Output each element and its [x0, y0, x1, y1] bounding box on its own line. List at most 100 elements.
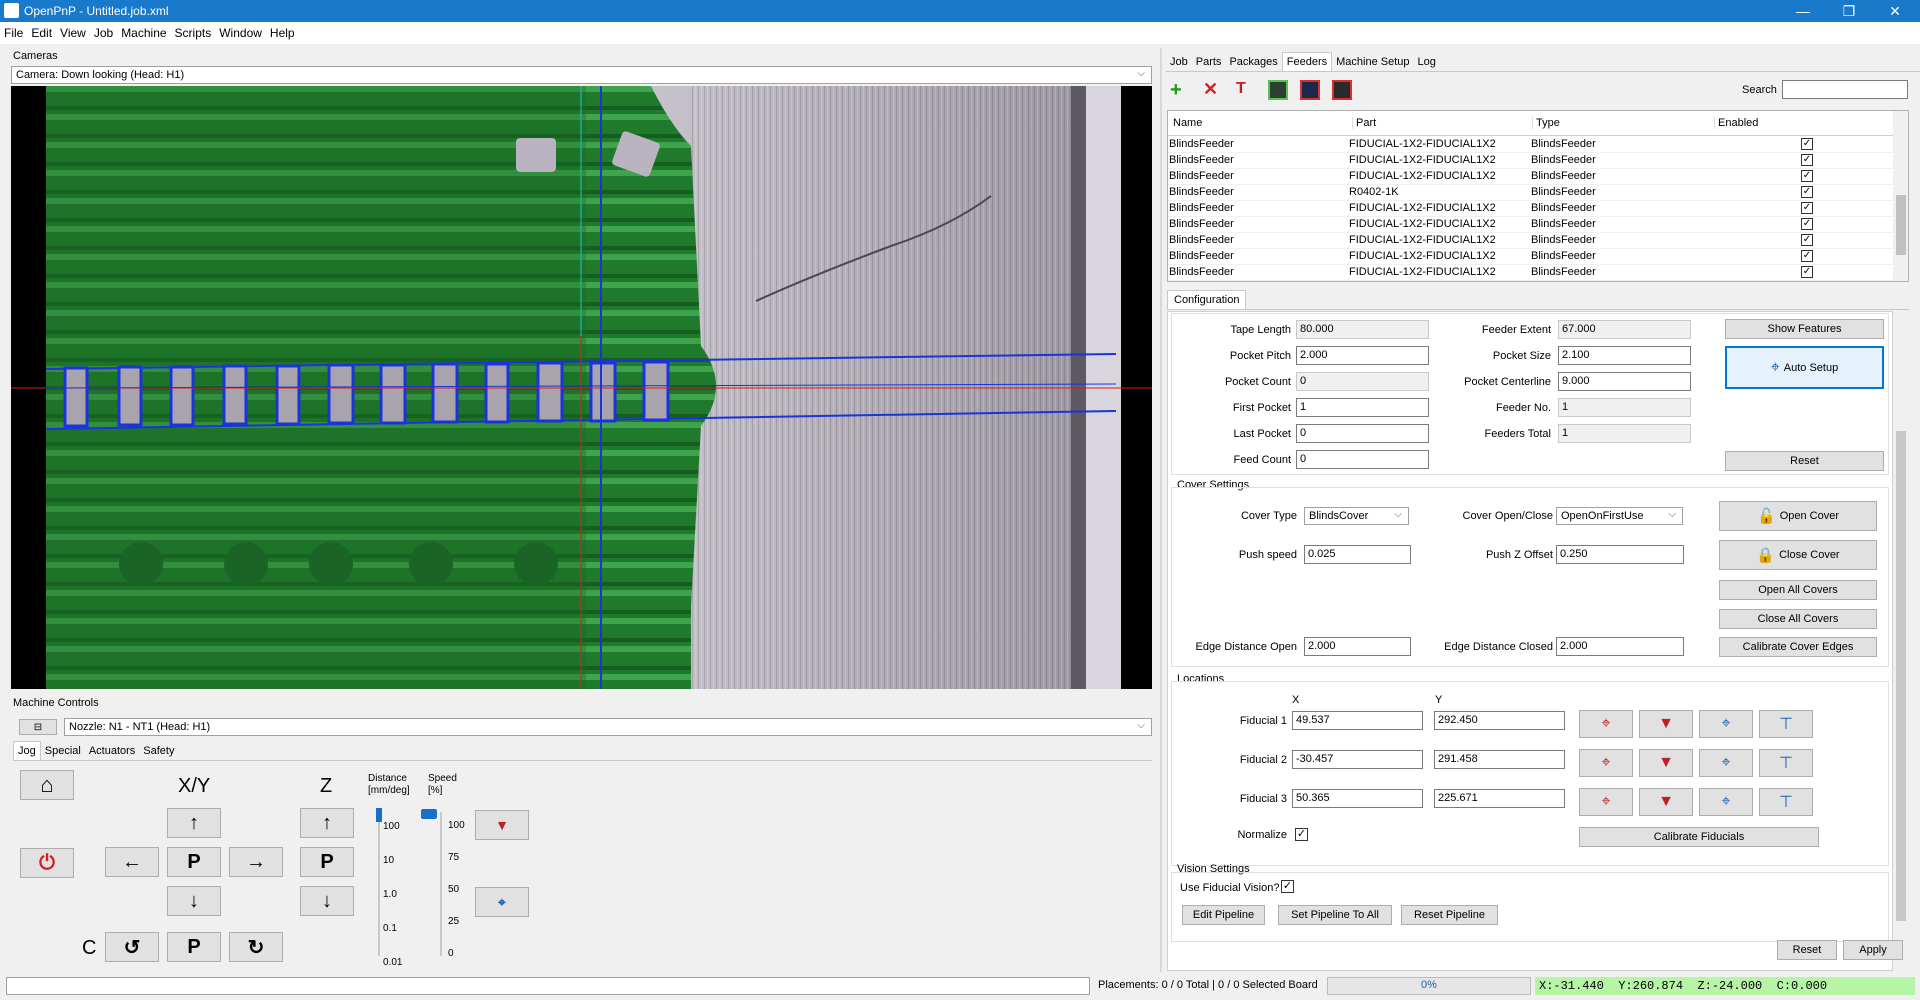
column-type[interactable]: Type [1532, 117, 1560, 129]
power-button[interactable]: ⏻ [20, 848, 74, 878]
fiducial-capture-camera-button[interactable]: ⌖ [1579, 749, 1633, 777]
home-button[interactable]: ⌂ [20, 770, 74, 800]
table-row[interactable]: BlindsFeeder FIDUCIAL-1X2-FIDUCIAL1X2 Blin… [1168, 153, 1893, 169]
table-row[interactable]: BlindsFeeder FIDUCIAL-1X2-FIDUCIAL1X2 Blin… [1168, 233, 1893, 249]
tab-log[interactable]: Log [1414, 53, 1440, 71]
fiducial-capture-camera-button[interactable]: ⌖ [1579, 710, 1633, 738]
add-feeder-button[interactable]: + [1170, 79, 1182, 102]
fiducial-move-tool-button[interactable]: ▼ [1639, 710, 1693, 738]
menu-job[interactable]: Job [90, 22, 117, 40]
fiducial-position-tool-button[interactable]: ⊤ [1759, 710, 1813, 738]
tab-job[interactable]: Job [1166, 53, 1192, 71]
column-name[interactable]: Name [1173, 117, 1202, 129]
cover-type-select[interactable]: BlindsCover ⌵ [1304, 507, 1409, 525]
edge-open-field[interactable]: 2.000 [1304, 637, 1411, 656]
normalize-checkbox[interactable]: ✓ [1295, 828, 1308, 841]
tab-configuration[interactable]: Configuration [1167, 290, 1247, 309]
edge-closed-field[interactable]: 2.000 [1556, 637, 1684, 656]
fiducial-position-tool-button[interactable]: ⊤ [1759, 788, 1813, 816]
speed-slider-thumb[interactable] [421, 809, 437, 819]
config-scroll-thumb[interactable] [1896, 431, 1906, 921]
enabled-checkbox[interactable]: ✓ [1801, 170, 1813, 182]
table-row[interactable]: BlindsFeeder R0402-1K BlindsFeeder ✓ [1168, 185, 1893, 201]
close-button[interactable]: ✕ [1872, 0, 1918, 22]
collapse-button[interactable]: ⊟ [19, 719, 57, 735]
minimize-button[interactable]: — [1780, 0, 1826, 22]
distance-slider-thumb[interactable] [376, 808, 382, 822]
fiducial-move-camera-button[interactable]: ⌖ [1699, 749, 1753, 777]
jog-z-plus-button[interactable]: ↑ [300, 808, 354, 838]
speed-slider[interactable] [421, 809, 442, 956]
apply-button[interactable]: Apply [1843, 940, 1903, 960]
enabled-checkbox[interactable]: ✓ [1801, 266, 1813, 278]
enabled-checkbox[interactable]: ✓ [1801, 218, 1813, 230]
menu-window[interactable]: Window [215, 22, 266, 40]
tab-jog[interactable]: Jog [13, 741, 41, 760]
config-scrollbar[interactable] [1893, 311, 1909, 937]
menu-file[interactable]: File [0, 22, 27, 40]
auto-setup-button[interactable]: ⌖ Auto Setup [1725, 346, 1884, 389]
menu-machine[interactable]: Machine [117, 22, 170, 40]
push-speed-field[interactable]: 0.025 [1304, 545, 1411, 564]
menu-help[interactable]: Help [266, 22, 299, 40]
enabled-checkbox[interactable]: ✓ [1801, 202, 1813, 214]
menu-scripts[interactable]: Scripts [171, 22, 216, 40]
jog-x-plus-button[interactable]: → [229, 847, 283, 877]
jog-z-minus-button[interactable]: ↓ [300, 886, 354, 916]
table-row[interactable]: BlindsFeeder FIDUCIAL-1X2-FIDUCIAL1X2 Blin… [1168, 265, 1893, 281]
tab-feeders[interactable]: Feeders [1281, 52, 1333, 71]
calibrate-cover-edges-button[interactable]: Calibrate Cover Edges [1719, 637, 1877, 657]
tab-actuators[interactable]: Actuators [85, 742, 139, 760]
fiducial-move-camera-button[interactable]: ⌖ [1699, 788, 1753, 816]
tab-special[interactable]: Special [41, 742, 85, 760]
fiducial-move-tool-button[interactable]: ▼ [1639, 788, 1693, 816]
table-scrollbar[interactable] [1893, 111, 1908, 281]
feed-count-field[interactable]: 0 [1296, 450, 1429, 469]
park-xy-button[interactable]: P [167, 847, 221, 877]
table-row[interactable]: BlindsFeeder FIDUCIAL-1X2-FIDUCIAL1X2 Blin… [1168, 201, 1893, 217]
park-z-button[interactable]: P [300, 847, 354, 877]
pocket-size-field[interactable]: 2.100 [1558, 346, 1691, 365]
tab-machine-setup[interactable]: Machine Setup [1332, 53, 1413, 71]
nozzle-select[interactable]: Nozzle: N1 - NT1 (Head: H1) ⌵ [64, 718, 1152, 736]
park-c-button[interactable]: P [167, 932, 221, 962]
edit-pipeline-button[interactable]: Edit Pipeline [1182, 905, 1265, 925]
rotate-ccw-button[interactable]: ↺ [105, 932, 159, 962]
table-row[interactable]: BlindsFeeder FIDUCIAL-1X2-FIDUCIAL1X2 Blin… [1168, 137, 1893, 153]
enabled-checkbox[interactable]: ✓ [1801, 234, 1813, 246]
camera-select[interactable]: Camera: Down looking (Head: H1) ⌵ [11, 66, 1152, 84]
menu-view[interactable]: View [56, 22, 90, 40]
enabled-checkbox[interactable]: ✓ [1801, 250, 1813, 262]
splitter[interactable] [1160, 48, 1162, 972]
fiducial-move-camera-button[interactable]: ⌖ [1699, 710, 1753, 738]
push-z-offset-field[interactable]: 0.250 [1556, 545, 1684, 564]
open-cover-button[interactable]: 🔓 Open Cover [1719, 501, 1877, 531]
reset-pipeline-button[interactable]: Reset Pipeline [1401, 905, 1498, 925]
fiducial-x-field[interactable]: 49.537 [1292, 711, 1423, 730]
table-scroll-thumb[interactable] [1896, 195, 1906, 255]
fiducial-y-field[interactable]: 225.671 [1434, 789, 1565, 808]
move-tool-feeder-button[interactable] [1332, 80, 1352, 100]
table-row[interactable]: BlindsFeeder FIDUCIAL-1X2-FIDUCIAL1X2 Blin… [1168, 169, 1893, 185]
search-input[interactable] [1782, 80, 1908, 99]
delete-feeder-button[interactable]: ✕ [1203, 79, 1218, 100]
fiducial-y-field[interactable]: 292.450 [1434, 711, 1565, 730]
set-pipeline-to-all-button[interactable]: Set Pipeline To All [1278, 905, 1392, 925]
fiducial-x-field[interactable]: 50.365 [1292, 789, 1423, 808]
pick-feeder-button[interactable]: T [1236, 80, 1256, 100]
distance-slider[interactable] [376, 808, 382, 956]
use-fiducial-vision-checkbox[interactable]: ✓ [1281, 880, 1294, 893]
fiducial-capture-camera-button[interactable]: ⌖ [1579, 788, 1633, 816]
enabled-checkbox[interactable]: ✓ [1801, 186, 1813, 198]
enabled-checkbox[interactable]: ✓ [1801, 138, 1813, 150]
rotate-cw-button[interactable]: ↻ [229, 932, 283, 962]
position-camera-button[interactable]: ⌖ [475, 887, 529, 917]
open-all-covers-button[interactable]: Open All Covers [1719, 580, 1877, 600]
reset-button[interactable]: Reset [1777, 940, 1837, 960]
table-row[interactable]: BlindsFeeder FIDUCIAL-1X2-FIDUCIAL1X2 Blin… [1168, 217, 1893, 233]
tab-safety[interactable]: Safety [139, 742, 178, 760]
fiducial-x-field[interactable]: -30.457 [1292, 750, 1423, 769]
config-reset-button[interactable]: Reset [1725, 451, 1884, 471]
enabled-checkbox[interactable]: ✓ [1801, 154, 1813, 166]
show-features-button[interactable]: Show Features [1725, 319, 1884, 339]
